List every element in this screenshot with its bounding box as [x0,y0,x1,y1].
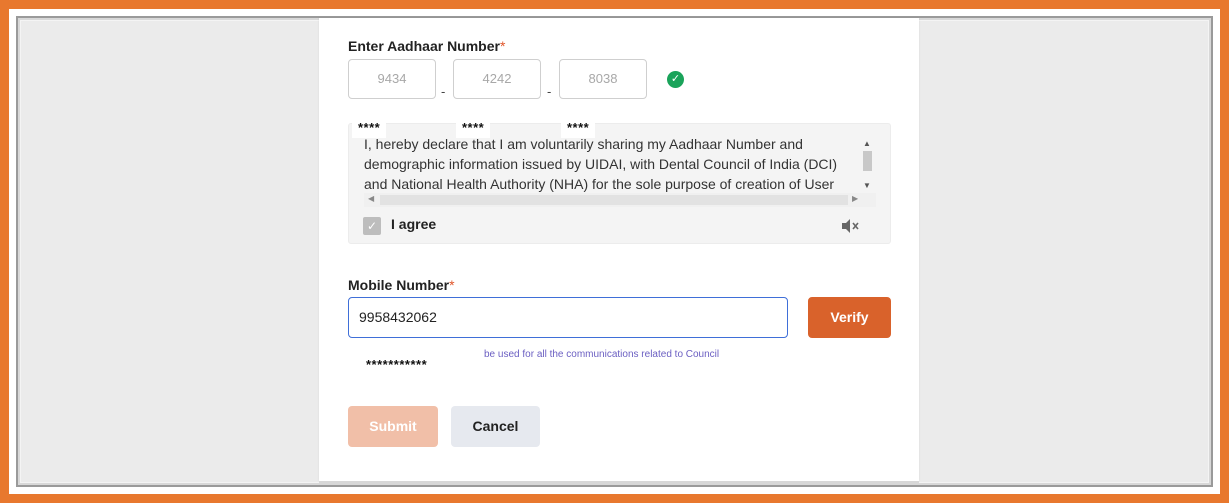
required-mark: * [449,277,455,293]
agree-label: I agree [391,216,437,232]
speaker-muted-icon[interactable] [840,217,860,235]
aadhaar-label-text: Enter Aadhaar Number [348,38,500,54]
mobile-label-text: Mobile Number [348,277,450,293]
check-circle-icon: ✓ [667,71,684,88]
scroll-down-arrow-icon[interactable]: ▼ [863,181,871,190]
consent-vertical-scrollbar[interactable]: ▲ ▼ [860,137,876,193]
mobile-number-input[interactable]: 9958432062 [348,297,788,338]
verify-button[interactable]: Verify [808,297,891,338]
aadhaar-mask-1: **** [352,118,387,138]
scroll-up-arrow-icon[interactable]: ▲ [863,139,871,148]
consent-horizontal-scrollbar[interactable]: ◀ ▶ [364,193,876,207]
consent-text: I, hereby declare that I am voluntarily … [364,136,838,192]
aadhaar-segment-1[interactable]: 9434 [348,59,436,99]
mobile-label: Mobile Number* [348,277,455,293]
scroll-thumb-horizontal[interactable] [380,195,848,205]
scroll-thumb[interactable] [863,151,872,171]
cancel-button[interactable]: Cancel [451,406,540,447]
required-mark: * [499,38,506,54]
aadhaar-segment-3[interactable]: 8038 [559,59,647,99]
aadhaar-mask-2: **** [456,118,491,138]
card-shadow [319,481,919,485]
aadhaar-mask-3: **** [561,118,596,138]
submit-button[interactable]: Submit [348,406,438,447]
aadhaar-label: Enter Aadhaar Number* [348,38,505,54]
mobile-hint: be used for all the communications relat… [484,349,720,360]
agree-checkbox[interactable]: ✓ [363,217,381,235]
scroll-left-arrow-icon[interactable]: ◀ [368,194,374,203]
scroll-right-arrow-icon[interactable]: ▶ [852,194,858,203]
aadhaar-segment-2[interactable]: 4242 [453,59,541,99]
aadhaar-separator: - [441,84,446,99]
mobile-mask: *********** [366,357,428,372]
aadhaar-separator: - [547,84,552,99]
